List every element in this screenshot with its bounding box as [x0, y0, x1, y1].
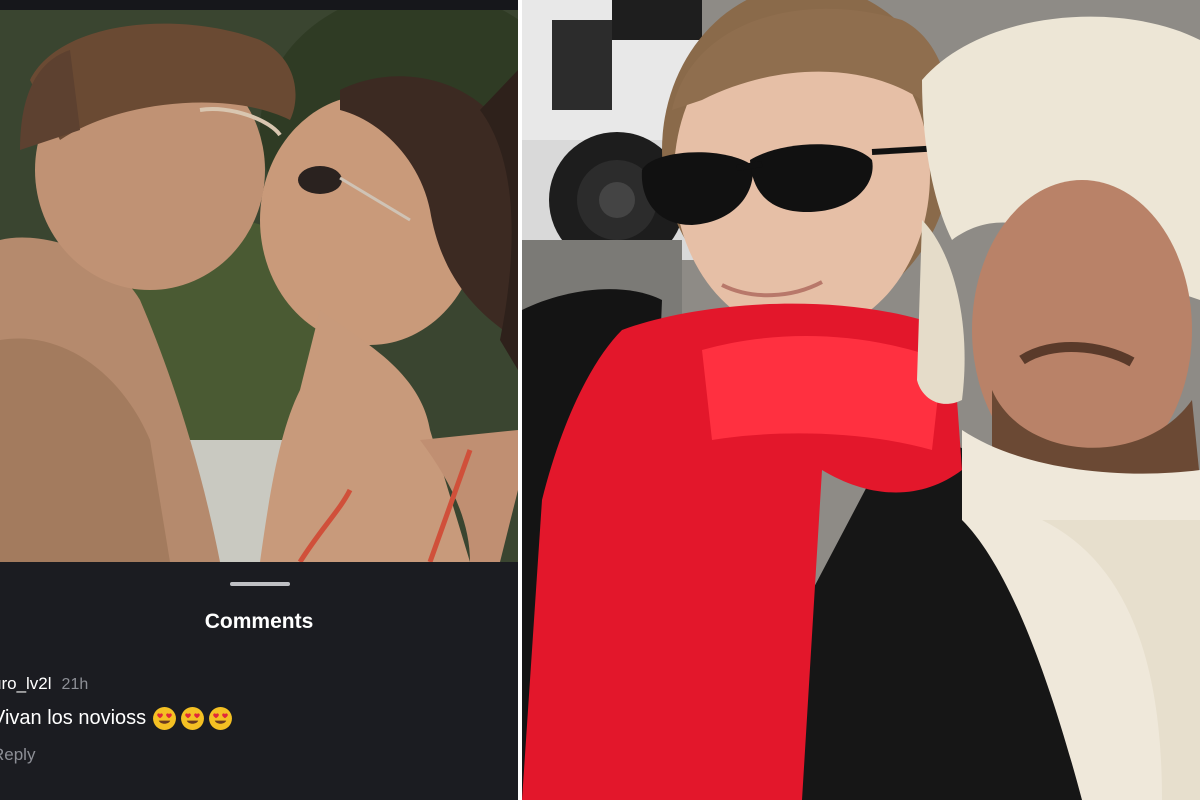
reply-button[interactable]: Reply [0, 745, 492, 765]
comments-title: Comments [204, 610, 314, 633]
selfie-photo [522, 0, 1200, 800]
comment-text: Vivan los novioss [0, 707, 147, 729]
comment-body: Vivan los novioss [0, 706, 492, 731]
video-still [0, 10, 518, 562]
sheet-drag-handle[interactable] [230, 582, 290, 586]
comment-item: uro_lv2l 21h Vivan los novioss [0, 674, 492, 765]
comment-username[interactable]: uro_lv2l [0, 674, 52, 694]
left-screenshot-panel: Comments uro_lv2l 21h Vivan los novioss [0, 0, 518, 800]
heart-eyes-emoji-icon [209, 707, 233, 730]
comments-sheet: Comments uro_lv2l 21h Vivan los novioss [0, 562, 518, 800]
video-frame[interactable] [0, 10, 518, 562]
comment-meta: uro_lv2l 21h [0, 674, 492, 694]
right-photo-panel [522, 0, 1200, 800]
heart-eyes-emoji-icon [153, 707, 177, 730]
heart-eyes-emoji-icon [181, 707, 205, 730]
comment-timestamp: 21h [61, 676, 89, 693]
emoji-row [152, 706, 233, 731]
